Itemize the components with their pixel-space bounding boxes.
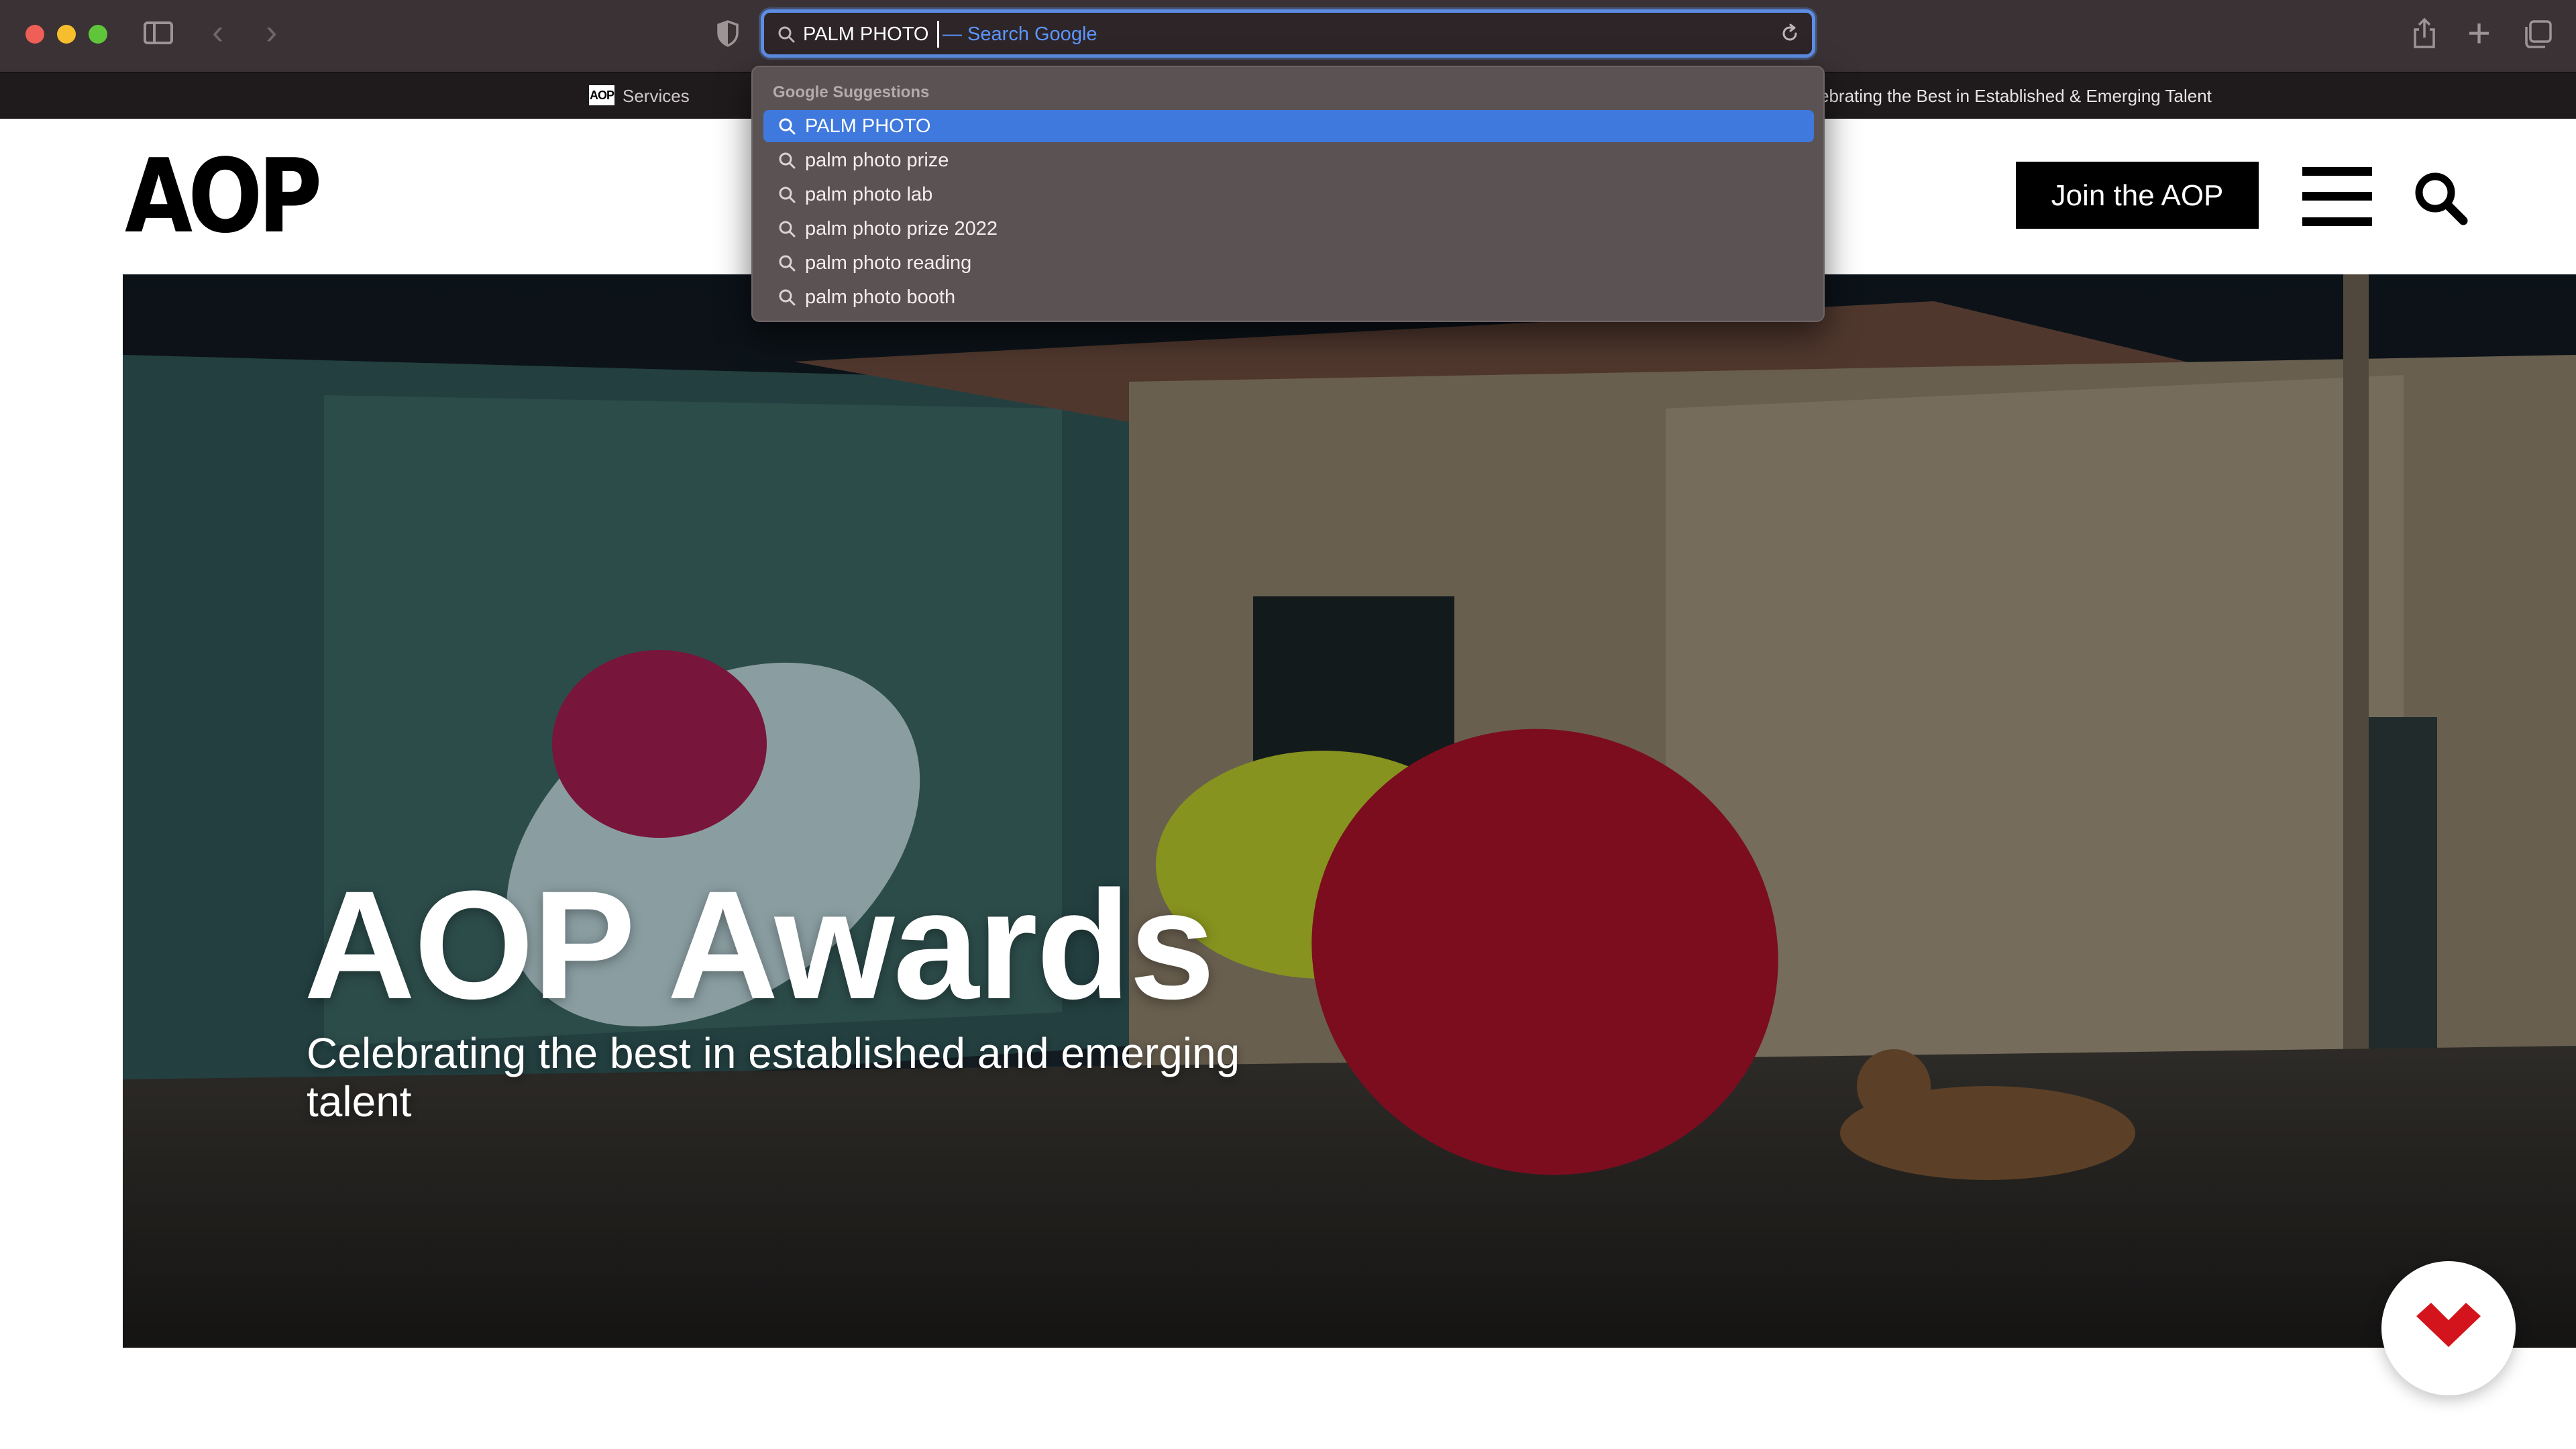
search-engine-hint: — Search Google bbox=[943, 23, 1097, 45]
favorite-page-title-link[interactable]: ebrating the Best in Established & Emerg… bbox=[1819, 85, 2212, 107]
search-icon bbox=[777, 25, 795, 46]
privacy-shield-icon[interactable] bbox=[716, 20, 739, 50]
suggestion-label: palm photo reading bbox=[805, 252, 972, 274]
tab-overview-icon[interactable] bbox=[2524, 20, 2552, 52]
suggestion-label: palm photo prize 2022 bbox=[805, 218, 998, 239]
suggestion-item[interactable]: PALM PHOTO bbox=[763, 110, 1814, 142]
search-icon bbox=[778, 288, 796, 309]
suggestion-label: palm photo booth bbox=[805, 286, 956, 308]
site-logo[interactable]: AOP bbox=[125, 146, 322, 248]
forward-arrow-icon[interactable]: › bbox=[266, 12, 277, 52]
hero-banner: AOP Awards Celebrating the best in estab… bbox=[123, 274, 2576, 1348]
search-icon bbox=[778, 220, 796, 241]
browser-toolbar: ‹ › PALM PHOTO — Search Google + bbox=[0, 0, 2576, 72]
suggestion-item[interactable]: palm photo booth bbox=[763, 281, 1814, 313]
site-search-icon[interactable] bbox=[2412, 170, 2469, 229]
new-tab-icon[interactable]: + bbox=[2467, 13, 2491, 54]
suggestion-item[interactable]: palm photo reading bbox=[763, 247, 1814, 279]
brand-heart-icon bbox=[2416, 1303, 2481, 1347]
suggestion-label: PALM PHOTO bbox=[805, 115, 931, 137]
hero-title: AOP Awards bbox=[304, 859, 1215, 1031]
floating-chat-badge[interactable] bbox=[2381, 1261, 2516, 1395]
menu-icon[interactable] bbox=[2302, 167, 2372, 226]
address-query-text[interactable]: PALM PHOTO bbox=[803, 22, 928, 46]
favorite-services-link[interactable]: Services bbox=[623, 85, 690, 107]
hero-subtitle: Celebrating the best in established and … bbox=[307, 1029, 1240, 1126]
search-icon bbox=[778, 186, 796, 207]
suggestion-item[interactable]: palm photo lab bbox=[763, 178, 1814, 211]
reload-icon[interactable] bbox=[1780, 23, 1800, 47]
join-aop-button[interactable]: Join the AOP bbox=[2016, 162, 2259, 229]
text-caret bbox=[937, 21, 939, 48]
back-arrow-icon[interactable]: ‹ bbox=[212, 12, 223, 52]
suggestion-item[interactable]: palm photo prize 2022 bbox=[763, 213, 1814, 245]
address-bar[interactable]: PALM PHOTO — Search Google bbox=[761, 9, 1815, 58]
search-icon bbox=[778, 254, 796, 275]
zoom-window-button[interactable] bbox=[89, 25, 107, 44]
search-icon bbox=[778, 117, 796, 138]
minimize-window-button[interactable] bbox=[57, 25, 76, 44]
search-suggestions-dropdown: Google Suggestions PALM PHOTO palm photo… bbox=[751, 66, 1825, 322]
close-window-button[interactable] bbox=[25, 25, 44, 44]
suggestions-heading: Google Suggestions bbox=[773, 83, 930, 101]
suggestion-label: palm photo lab bbox=[805, 184, 933, 205]
hero-photo bbox=[123, 274, 2576, 1348]
favorite-favicon: AOP bbox=[589, 85, 614, 105]
sidebar-toggle-icon[interactable] bbox=[144, 21, 173, 44]
search-icon bbox=[778, 152, 796, 172]
suggestion-item[interactable]: palm photo prize bbox=[763, 144, 1814, 176]
suggestion-label: palm photo prize bbox=[805, 150, 949, 171]
share-icon[interactable] bbox=[2412, 17, 2436, 53]
